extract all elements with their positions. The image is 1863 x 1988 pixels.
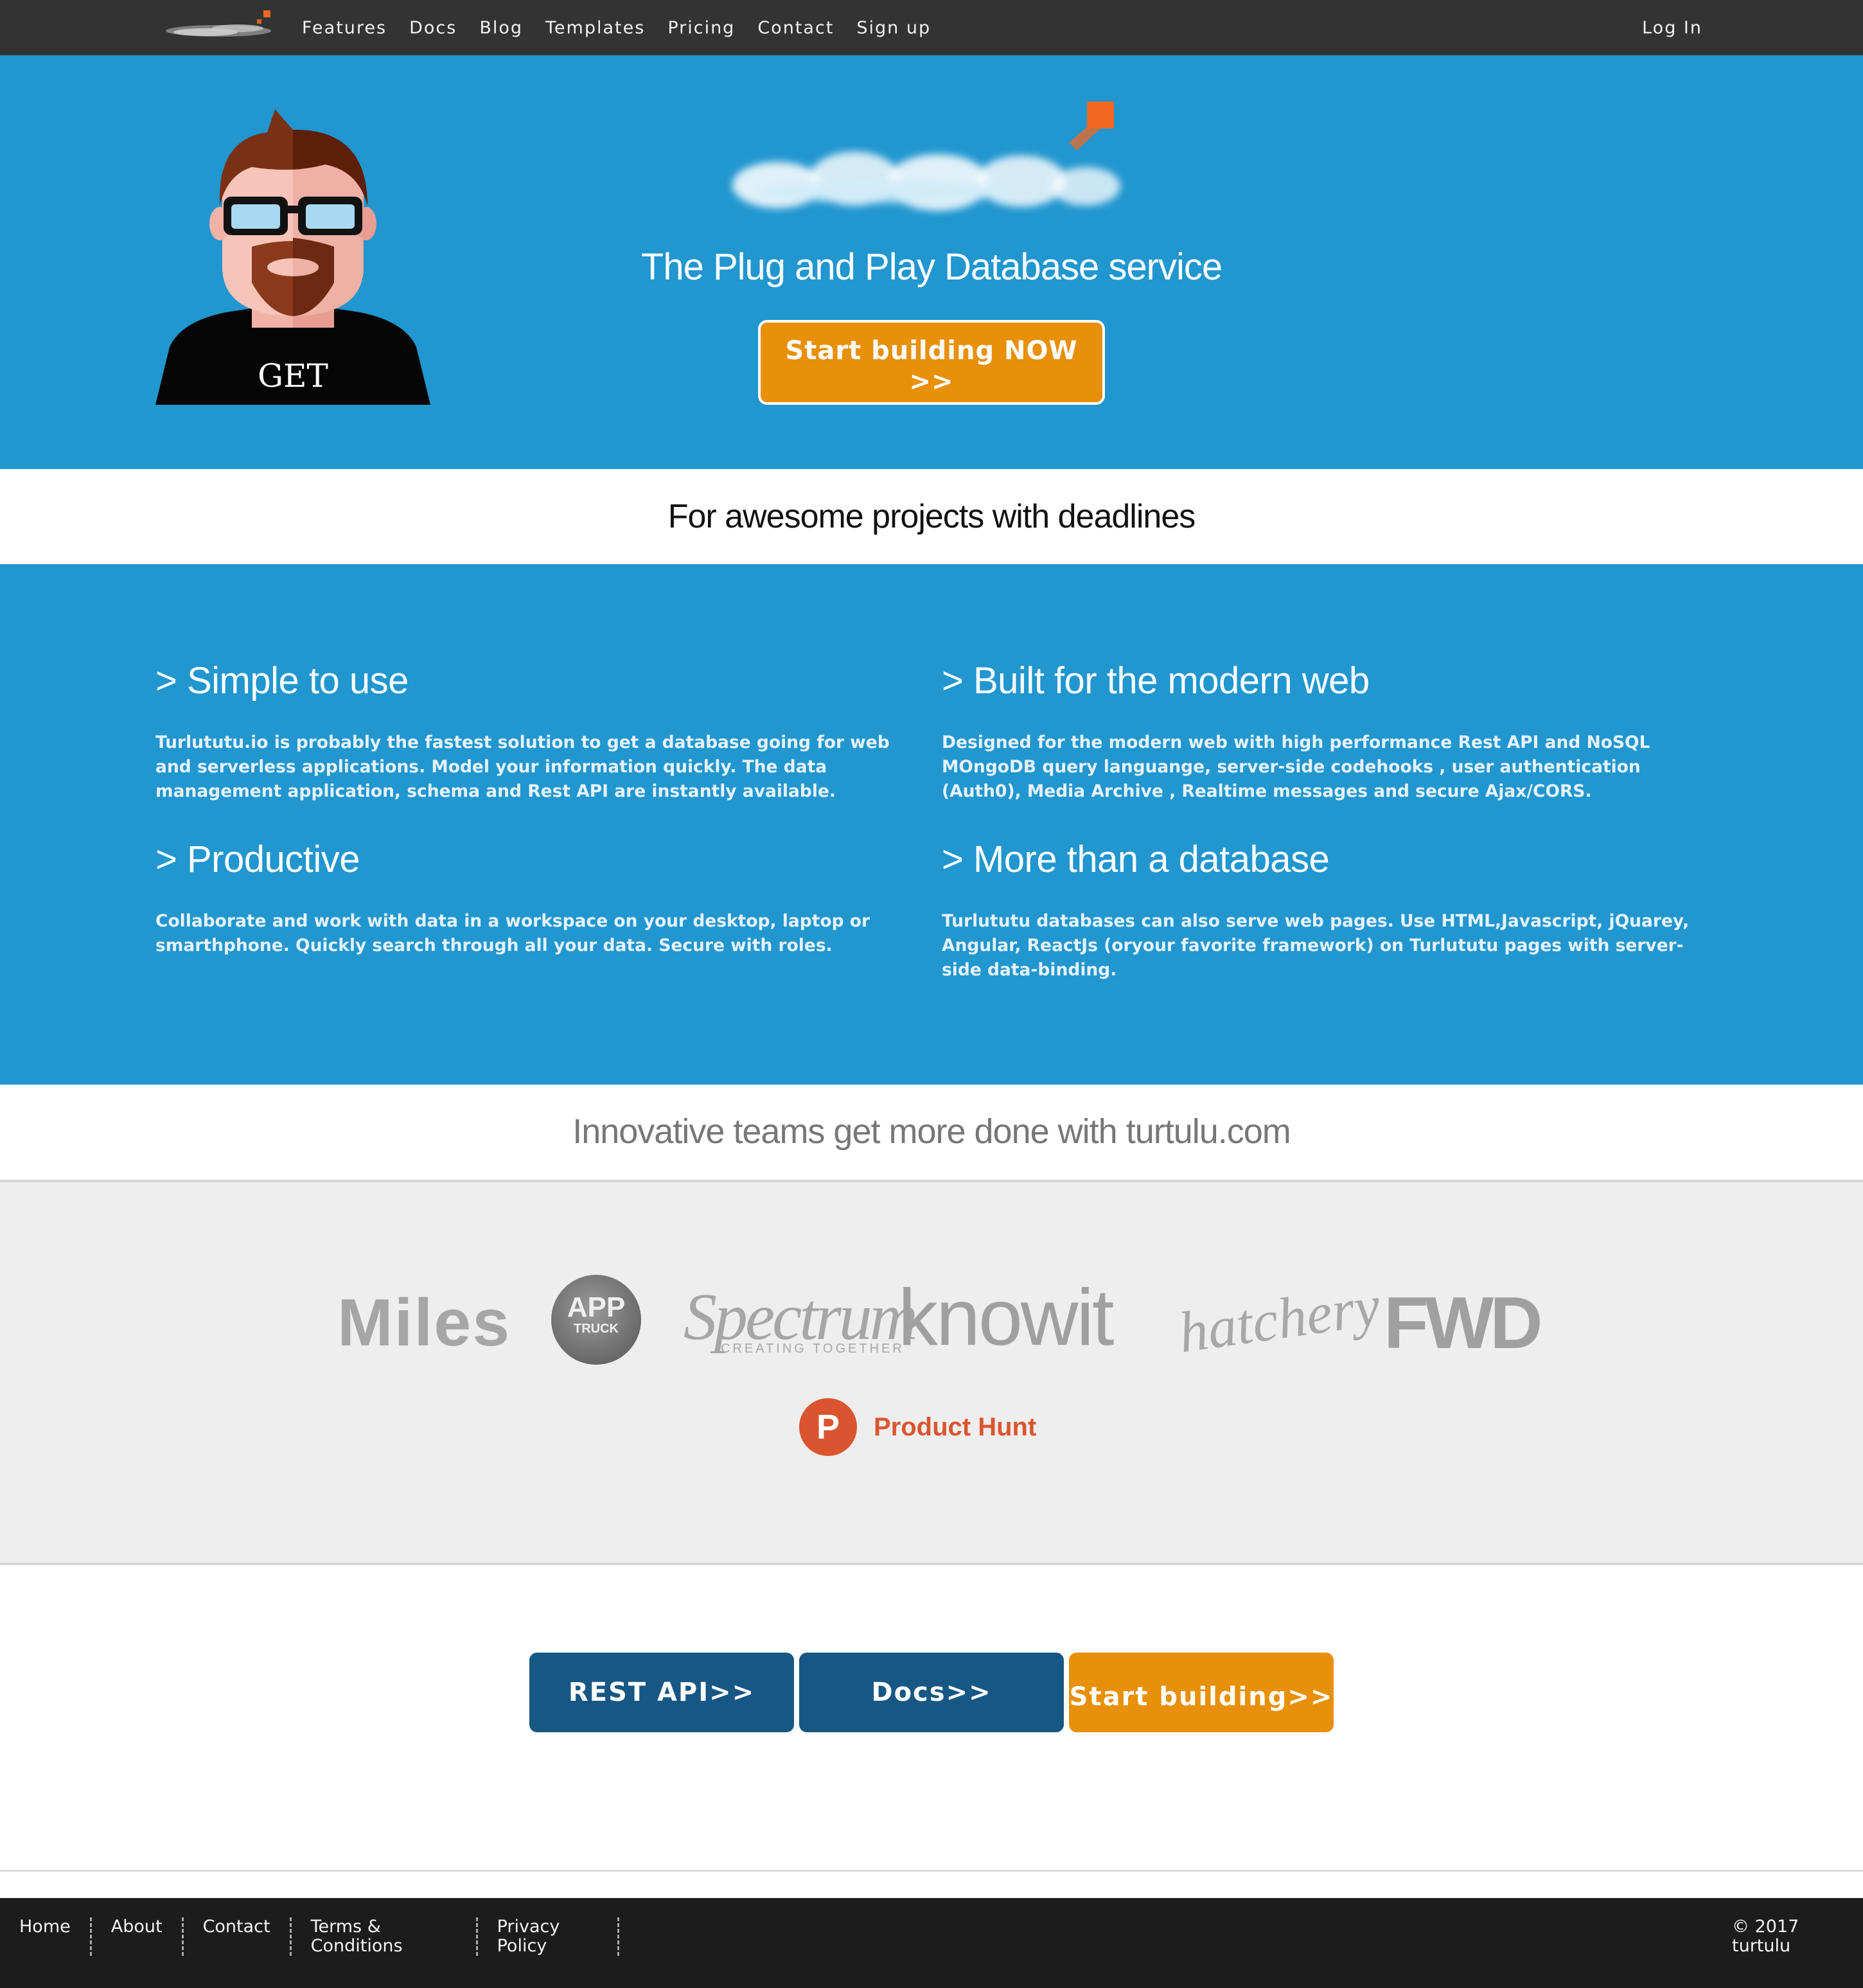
hero-subtitle: The Plug and Play Database service xyxy=(640,246,1223,288)
spectrum-logo-tagline: CREATING TOGETHER xyxy=(721,1342,905,1356)
footer-privacy-link[interactable]: Privacy Policy xyxy=(478,1917,619,1956)
nav-blog[interactable]: Blog xyxy=(479,18,523,38)
miles-logo: Miles xyxy=(337,1286,511,1360)
tagline-section: For awesome projects with deadlines xyxy=(0,469,1863,564)
nav-contact[interactable]: Contact xyxy=(757,18,834,38)
feature-modern-web: > Built for the modern web Designed for … xyxy=(942,659,1700,804)
docs-button[interactable]: Docs>> xyxy=(799,1653,1064,1732)
feature-title: > Productive xyxy=(155,839,360,880)
avatar-shirt-text: GET xyxy=(258,357,328,395)
cta-button-row: REST API>> Docs>> Start building>> xyxy=(529,1653,1339,1732)
site-footer: Home About Contact Terms & Conditions Pr… xyxy=(0,1898,1863,1988)
feature-title: > More than a database xyxy=(942,839,1330,880)
teams-section: Innovative teams get more done with turt… xyxy=(0,1085,1863,1180)
features-section: > Simple to use Turlututu.io is probably… xyxy=(0,564,1863,1085)
nav-pricing[interactable]: Pricing xyxy=(667,18,735,38)
start-building-button[interactable]: Start building>> xyxy=(1069,1653,1334,1732)
footer-divider xyxy=(0,1870,1863,1872)
customer-logos-section: Miles APP TRUCK Spectrum CREATING TOGETH… xyxy=(0,1180,1863,1565)
fwd-logo: FWD xyxy=(1384,1282,1543,1364)
apptruck-logo: APP TRUCK xyxy=(551,1275,641,1365)
hero-section: GET The Plug and Play Database service S… xyxy=(0,55,1863,469)
feature-title: > Built for the modern web xyxy=(942,660,1370,702)
hero-brand-logo xyxy=(732,102,1120,211)
nav-templates[interactable]: Templates xyxy=(545,18,645,38)
footer-about-link[interactable]: About xyxy=(92,1917,184,1956)
footer-copyright: © 2017 turtulu xyxy=(1732,1917,1799,1956)
tagline-heading: For awesome projects with deadlines xyxy=(667,498,1196,535)
feature-body: Designed for the modern web with high pe… xyxy=(942,732,1650,801)
footer-home-link[interactable]: Home xyxy=(0,1917,92,1956)
apptruck-logo-subtext: TRUCK xyxy=(574,1322,619,1336)
top-navbar: Features Docs Blog Templates Pricing Con… xyxy=(0,0,1863,55)
nav-features[interactable]: Features xyxy=(302,18,387,38)
footer-terms-link[interactable]: Terms & Conditions xyxy=(292,1917,478,1956)
knowit-logo: knowit xyxy=(898,1274,1114,1362)
feature-body: Turlututu databases can also serve web p… xyxy=(942,911,1690,980)
feature-body: Turlututu.io is probably the fastest sol… xyxy=(155,732,890,801)
feature-title: > Simple to use xyxy=(155,660,409,702)
footer-contact-link[interactable]: Contact xyxy=(184,1917,292,1956)
rest-api-button[interactable]: REST API>> xyxy=(529,1653,794,1732)
producthunt-wordmark: Product Hunt xyxy=(874,1412,1037,1441)
start-building-now-button[interactable]: Start building NOW >> xyxy=(758,320,1105,405)
nav-docs[interactable]: Docs xyxy=(409,18,457,38)
feature-simple-to-use: > Simple to use Turlututu.io is probably… xyxy=(155,659,926,804)
footer-links: Home About Contact Terms & Conditions Pr… xyxy=(0,1917,619,1956)
teams-heading: Innovative teams get more done with turt… xyxy=(572,1112,1291,1151)
nav-signup[interactable]: Sign up xyxy=(856,18,931,38)
feature-body: Collaborate and work with data in a work… xyxy=(155,911,870,955)
login-link[interactable]: Log In xyxy=(1642,0,1702,55)
feature-productive: > Productive Collaborate and work with d… xyxy=(155,838,926,958)
producthunt-logo: P Product Hunt xyxy=(799,1398,1036,1456)
hatchery-logo: hatchery xyxy=(1174,1274,1384,1365)
producthunt-badge-icon: P xyxy=(799,1398,857,1456)
nav-menu: Features Docs Blog Templates Pricing Con… xyxy=(302,0,953,55)
apptruck-logo-text: APP xyxy=(567,1291,626,1323)
feature-more-than-database: > More than a database Turlututu databas… xyxy=(942,838,1700,982)
brand-logo[interactable] xyxy=(161,6,283,45)
